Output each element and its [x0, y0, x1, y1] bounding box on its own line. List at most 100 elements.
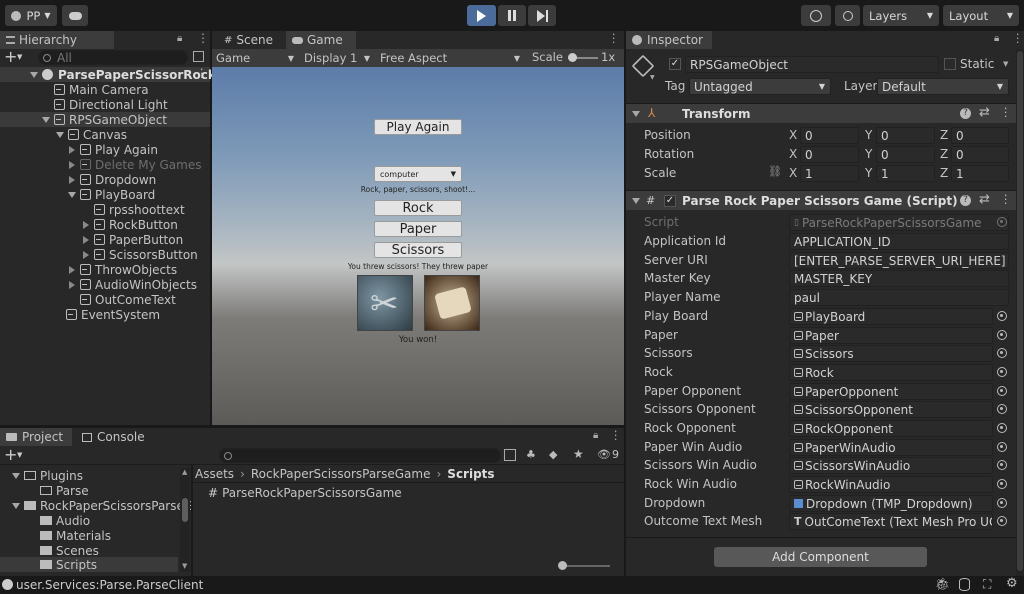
pause-button[interactable] [498, 5, 526, 26]
chevron-down-icon[interactable]: ▼ [17, 53, 22, 61]
help-icon[interactable]: ? [960, 195, 971, 206]
position-y-input[interactable]: 0 [876, 127, 935, 144]
opponent-dropdown[interactable]: computer ▼ [374, 166, 462, 182]
rotation-z-input[interactable]: 0 [951, 146, 1009, 163]
hierarchy-item[interactable]: ParsePaperScissorRock [30, 67, 216, 82]
project-folder[interactable]: RockPaperScissorsParseG [12, 498, 193, 513]
hierarchy-item[interactable]: PlayBoard [68, 187, 155, 202]
status-text[interactable]: user.Services:Parse.ParseClient [16, 578, 203, 592]
position-x-input[interactable]: 0 [800, 127, 859, 144]
more-icon[interactable]: ⋮ [197, 31, 209, 45]
hierarchy-item[interactable]: OutComeText [80, 292, 176, 307]
asset-file[interactable]: # ParseRockPaperScissorsGame [208, 485, 402, 500]
project-folder[interactable]: Parse [40, 483, 89, 498]
paper-field[interactable]: Paper [789, 327, 993, 344]
player-name-input[interactable]: paul [789, 289, 1009, 306]
scale-z-input[interactable]: 1 [951, 165, 1009, 182]
cloud-button[interactable] [62, 5, 88, 26]
label-icon[interactable]: ◆ [549, 448, 557, 461]
chevron-down-icon[interactable]: ▼ [650, 74, 655, 81]
lock-icon[interactable]: 🔒︎ [593, 430, 598, 441]
scissors-field[interactable]: Scissors [789, 345, 993, 362]
hierarchy-item[interactable]: RPSGameObject [42, 112, 167, 127]
object-picker-icon[interactable] [997, 479, 1007, 489]
settings-icon[interactable]: ⇄ [979, 192, 990, 207]
object-picker-icon[interactable] [997, 330, 1007, 340]
icon-size-slider[interactable] [558, 561, 610, 570]
rock-field[interactable]: Rock [789, 364, 993, 381]
add-icon[interactable]: + [4, 445, 17, 464]
hierarchy-item[interactable]: Canvas [56, 127, 127, 142]
breadcrumb-item[interactable]: Assets [195, 467, 234, 481]
slider-handle[interactable] [568, 53, 577, 62]
hierarchy-search-input[interactable]: All [38, 50, 188, 65]
project-folder[interactable]: Materials [40, 528, 111, 543]
tab-inspector[interactable]: Inspector [626, 31, 712, 49]
hierarchy-item-disabled[interactable]: Delete My Games [69, 157, 202, 172]
database-icon[interactable] [959, 578, 970, 591]
help-icon[interactable]: ? [960, 108, 971, 119]
tab-project[interactable]: Project [0, 428, 72, 446]
more-icon[interactable]: ⋮ [608, 31, 620, 45]
rock-button[interactable]: Rock [374, 200, 462, 216]
object-name-input[interactable]: RPSGameObject [685, 56, 939, 73]
more-icon[interactable]: ⋮ [1000, 192, 1012, 206]
chevron-down-icon[interactable]: ▼ [17, 451, 22, 459]
object-picker-icon[interactable] [997, 386, 1007, 396]
search-button[interactable] [835, 5, 860, 26]
tree-scrollbar[interactable]: ▲ ▼ [180, 468, 190, 572]
inspector-scrollbar[interactable] [1016, 49, 1024, 576]
outcome-text-mesh-field[interactable]: TOutComeText (Text Mesh Pro UGUI) [789, 513, 993, 530]
object-picker-icon[interactable] [997, 516, 1007, 526]
hierarchy-item[interactable]: Directional Light [54, 97, 168, 112]
lock-icon[interactable]: 🔒︎ [994, 33, 999, 44]
slider-handle[interactable] [558, 561, 567, 570]
hierarchy-item[interactable]: RockButton [83, 217, 178, 232]
object-picker-icon[interactable] [997, 442, 1007, 452]
object-picker-icon[interactable] [997, 423, 1007, 433]
rotation-y-input[interactable]: 0 [876, 146, 935, 163]
object-picker-icon[interactable] [997, 460, 1007, 470]
breadcrumb-item[interactable]: RockPaperScissorsParseGame [251, 467, 431, 481]
hierarchy-item[interactable]: Main Camera [54, 82, 149, 97]
object-picker-icon[interactable] [997, 367, 1007, 377]
object-picker-icon[interactable] [997, 348, 1007, 358]
aspect-dropdown[interactable]: Free Aspect ▼ [380, 50, 524, 66]
more-icon[interactable]: ⋮ [610, 428, 622, 442]
hierarchy-item[interactable]: Play Again [69, 142, 158, 157]
project-folder[interactable]: Audio [40, 513, 90, 528]
rock-opponent-field[interactable]: RockOpponent [789, 420, 993, 437]
paper-opponent-field[interactable]: PaperOpponent [789, 383, 993, 400]
server-uri-input[interactable]: [ENTER_PARSE_SERVER_URI_HERE] [789, 252, 1009, 269]
object-picker-icon[interactable] [997, 498, 1007, 508]
chevron-down-icon[interactable]: ▼ [1003, 60, 1008, 68]
scale-slider[interactable] [568, 53, 598, 62]
paper-win-audio-field[interactable]: PaperWinAudio [789, 439, 993, 456]
tab-scene[interactable]: # Scene [218, 31, 288, 49]
layer-dropdown[interactable]: Default ▼ [877, 78, 1009, 95]
more-icon[interactable]: ⋮ [1000, 105, 1012, 119]
application-id-input[interactable]: APPLICATION_ID [789, 233, 1009, 250]
scissors-button[interactable]: Scissors [374, 242, 462, 258]
enabled-checkbox[interactable]: ✓ [664, 195, 676, 207]
game-view-dropdown[interactable]: Game ▼ [216, 50, 298, 66]
project-search-input[interactable] [219, 448, 501, 463]
add-component-button[interactable]: Add Component [714, 547, 927, 567]
add-icon[interactable]: + [4, 47, 17, 66]
tab-game[interactable]: Game [286, 31, 356, 49]
display-dropdown[interactable]: Display 1 ▼ [304, 50, 374, 66]
account-button[interactable]: PP ▼ [5, 5, 57, 26]
filter-type-icon[interactable]: ♣ [526, 448, 536, 461]
breadcrumb-item[interactable]: Scripts [447, 467, 494, 481]
scissors-opponent-field[interactable]: ScissorsOpponent [789, 401, 993, 418]
position-z-input[interactable]: 0 [951, 127, 1009, 144]
play-button[interactable] [467, 5, 496, 26]
play-again-button[interactable]: Play Again [374, 119, 462, 135]
paper-button[interactable]: Paper [374, 221, 462, 237]
script-component-header[interactable]: # ✓ Parse Rock Paper Scissors Game (Scri… [626, 190, 1016, 210]
scale-x-input[interactable]: 1 [800, 165, 859, 182]
object-picker-icon[interactable] [997, 404, 1007, 414]
hierarchy-item[interactable]: AudioWinObjects [69, 277, 197, 292]
step-button[interactable] [528, 5, 556, 26]
network-icon[interactable]: ⛶ [983, 577, 991, 592]
